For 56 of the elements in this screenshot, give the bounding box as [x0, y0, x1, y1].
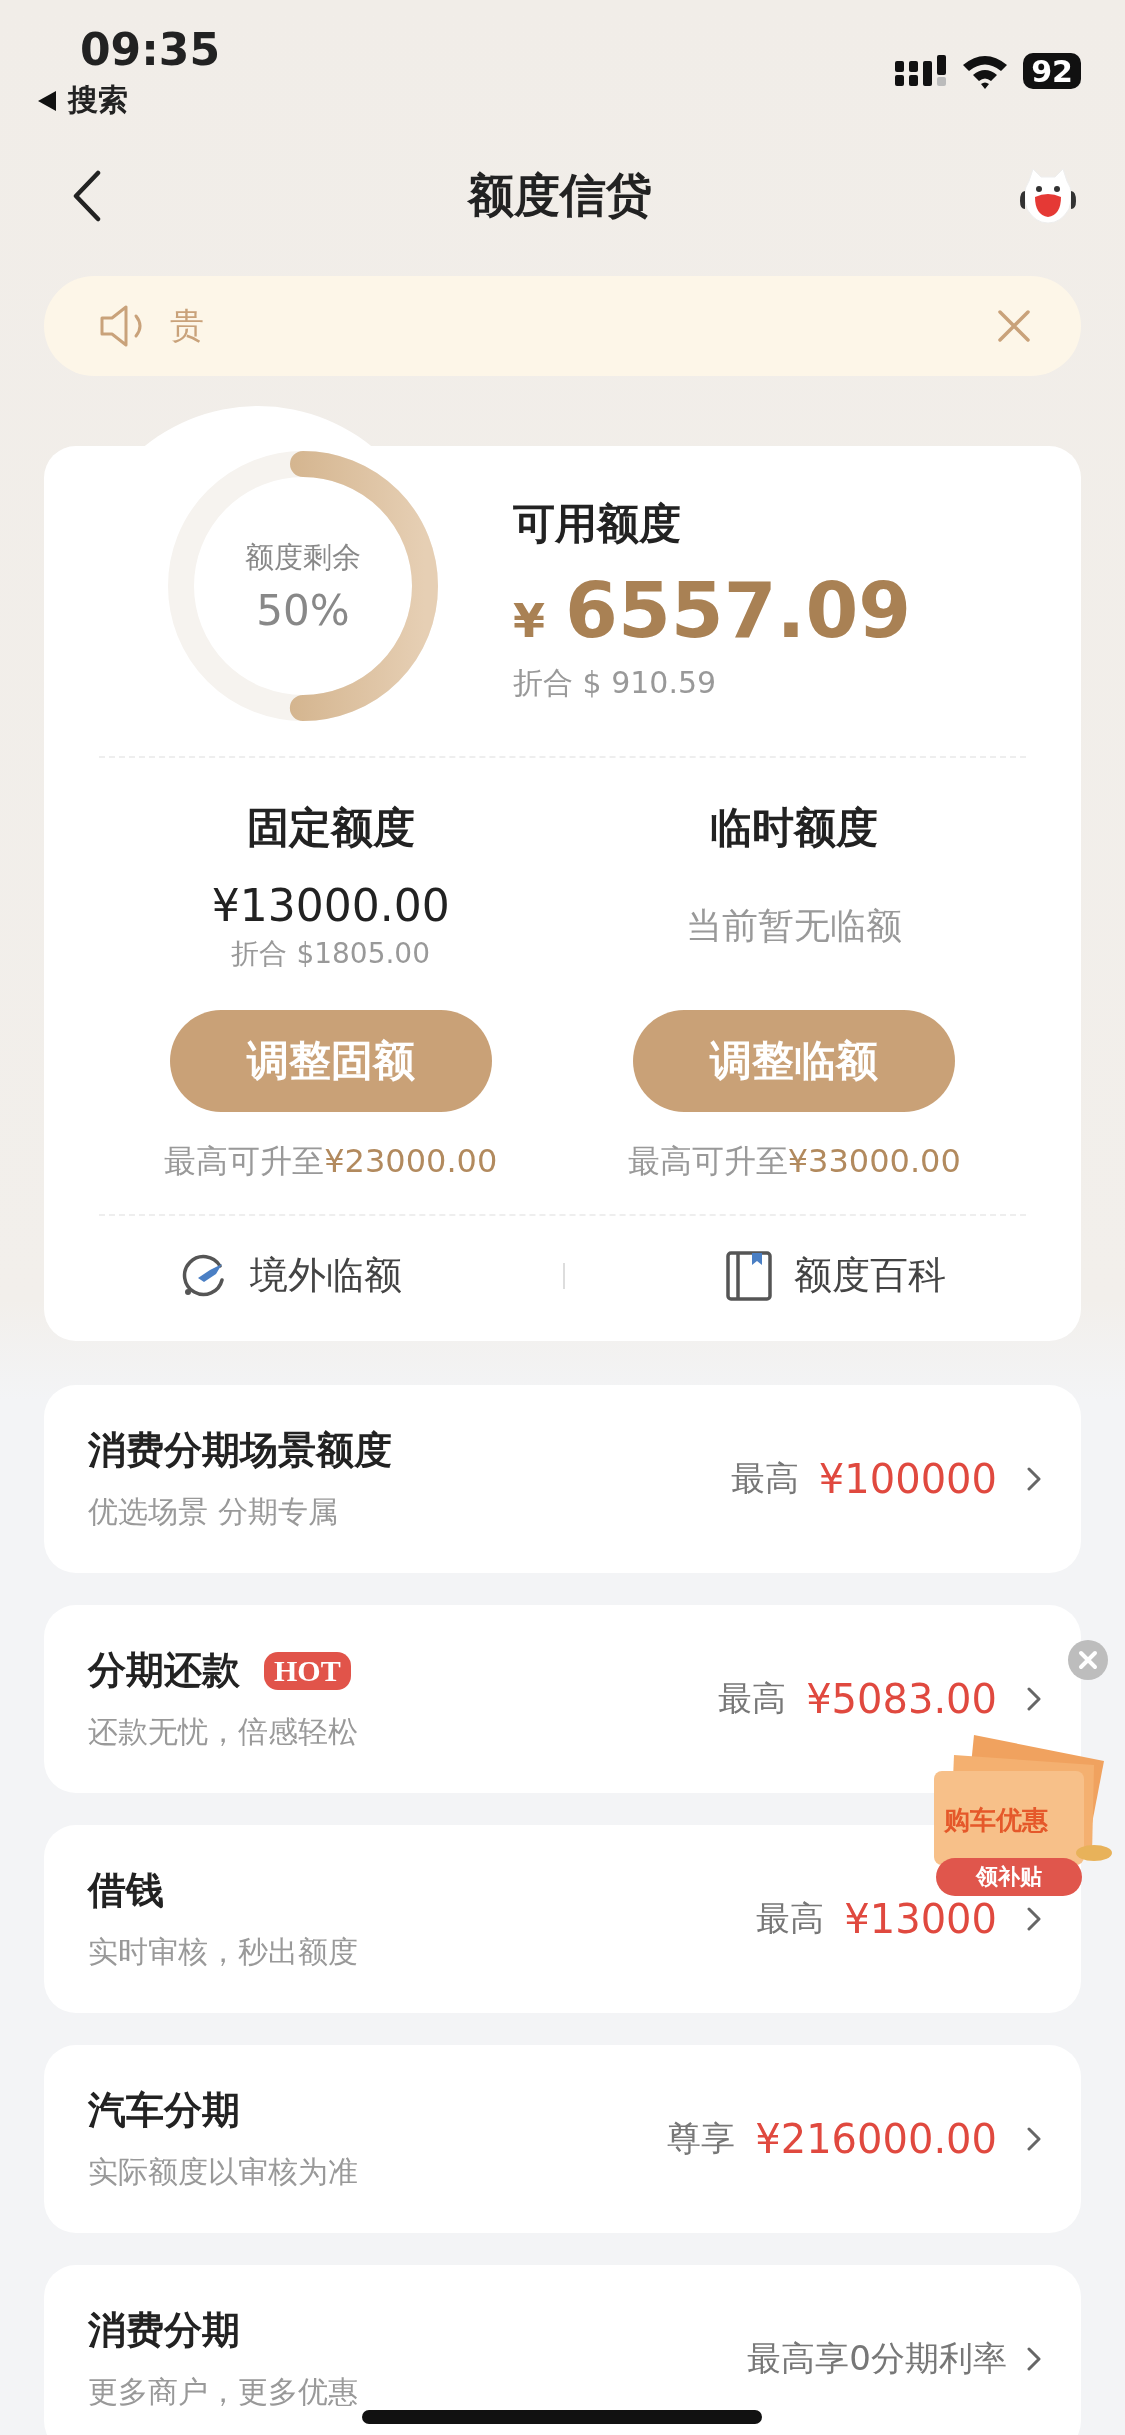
- back-app-link[interactable]: 搜索: [68, 80, 128, 121]
- product-title: 分期还款: [88, 1647, 240, 1694]
- link-label[interactable]: 额度百科: [793, 1250, 946, 1301]
- quota-amount: ¥13000.00: [211, 879, 450, 931]
- product-row[interactable]: 分期还款 HOT 还款无忧，倍感轻松 最高 ¥5083.00: [44, 1605, 1081, 1793]
- ring-percent: 50%: [256, 585, 350, 635]
- quota-note: 当前暂无临额: [686, 903, 903, 948]
- available-title: 可用额度: [513, 498, 682, 550]
- product-title: 借钱: [88, 1867, 164, 1914]
- product-subtitle: 优选场景 分期专属: [88, 1493, 339, 1531]
- ring-label: 额度剩余: [245, 538, 361, 576]
- wifi-icon: [961, 53, 1010, 89]
- product-subtitle: 实际额度以审核为准: [88, 2153, 358, 2191]
- chevron-right-icon: [1027, 2127, 1041, 2151]
- product-title: 消费分期场景额度: [88, 1427, 392, 1474]
- notice-text: 贵: [170, 304, 204, 347]
- product-amount: ¥13000: [844, 1896, 997, 1942]
- available-amount: 6557.09: [565, 566, 912, 655]
- limit-text: 最高可升至¥23000.00: [164, 1141, 498, 1182]
- page-title: 额度信贷: [467, 167, 652, 224]
- product-subtitle: 更多商户，更多优惠: [88, 2373, 358, 2411]
- chevron-right-icon: [1027, 2347, 1041, 2371]
- chevron-right-icon: [1027, 1687, 1041, 1711]
- currency-symbol: ¥: [513, 594, 545, 648]
- product-prefix: 最高享0分期利率: [747, 2337, 1007, 2380]
- link-label[interactable]: 境外临额: [249, 1250, 402, 1301]
- product-prefix: 最高: [756, 1897, 825, 1940]
- signal-icon: [895, 53, 948, 89]
- product-amount: ¥5083.00: [806, 1676, 997, 1722]
- product-amount: ¥100000: [818, 1456, 997, 1502]
- back-icon[interactable]: [72, 170, 102, 222]
- product-title: 消费分期: [88, 2307, 240, 2354]
- book-icon[interactable]: [725, 1250, 772, 1301]
- product-subtitle: 实时审核，秒出额度: [88, 1933, 358, 1971]
- back-triangle-icon[interactable]: [36, 88, 58, 113]
- quota-title: 固定额度: [246, 802, 415, 854]
- status-time: 09:35: [80, 24, 221, 76]
- product-prefix: 最高: [718, 1677, 787, 1720]
- chevron-right-icon: [1027, 1907, 1041, 1931]
- quota-title: 临时额度: [710, 802, 879, 854]
- product-row[interactable]: 汽车分期 实际额度以审核为准 尊享 ¥216000.00: [44, 2045, 1081, 2233]
- product-prefix: 最高: [730, 1457, 799, 1500]
- chevron-right-icon: [1027, 1467, 1041, 1491]
- cat-mascot-icon[interactable]: [1017, 167, 1079, 225]
- hot-badge: HOT: [264, 1651, 351, 1690]
- product-prefix: 尊享: [667, 2117, 736, 2160]
- product-amount: ¥216000.00: [755, 2116, 997, 2162]
- product-subtitle: 还款无忧，倍感轻松: [88, 1713, 358, 1751]
- limit-text: 最高可升至¥33000.00: [627, 1141, 961, 1182]
- product-title: 汽车分期: [88, 2087, 240, 2134]
- battery-icon: 92: [1023, 53, 1081, 89]
- converted-amount: 折合 $ 910.59: [513, 664, 718, 702]
- product-row[interactable]: 消费分期 更多商户，更多优惠 最高享0分期利率: [44, 2265, 1081, 2435]
- product-row[interactable]: 消费分期场景额度 优选场景 分期专属 最高 ¥100000: [44, 1385, 1081, 1573]
- subsidy-button[interactable]: 领补贴: [936, 1858, 1082, 1896]
- converted-amount: 折合 $1805.00: [231, 935, 430, 972]
